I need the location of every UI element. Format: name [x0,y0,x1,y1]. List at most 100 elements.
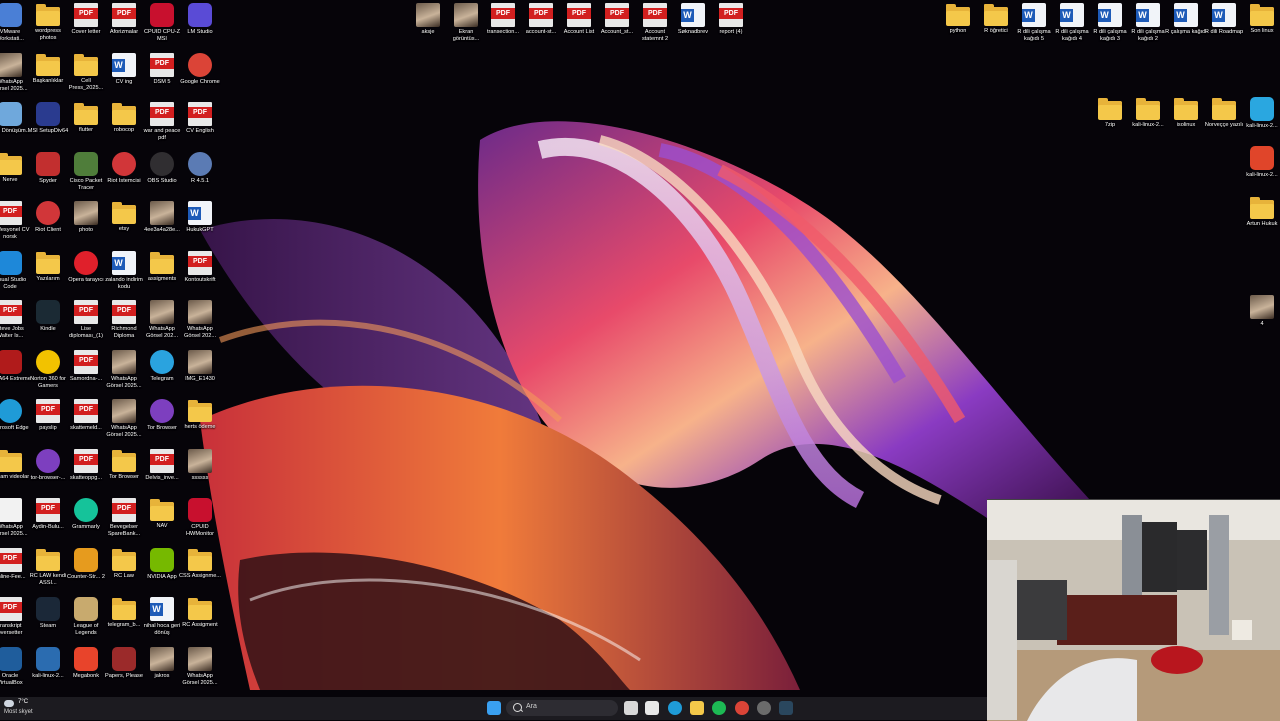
desktop-icon[interactable]: Delvis_inve... [143,448,181,499]
desktop-icon[interactable]: Norton 360 for Gamers [29,349,67,400]
desktop-icon[interactable]: herts ödeme [181,399,219,449]
microsoft-store-icon[interactable] [645,701,659,715]
desktop-icon[interactable]: Spyder [29,151,67,202]
desktop-icon[interactable]: kali-linux-2... [1129,97,1167,147]
desktop-icon[interactable]: python [939,3,977,53]
desktop-icon[interactable]: Bevegelser SpareBank... [105,498,143,548]
desktop-icon[interactable]: babam videolar [0,449,29,499]
desktop-icon[interactable]: CPUID HWMonitor [181,498,219,548]
desktop-icon[interactable]: Artun Hukuk [1243,196,1280,246]
desktop-icon[interactable]: Cisco Packet Tracer [67,151,105,202]
desktop-icon[interactable]: Account_st... [598,3,636,53]
spotify-icon[interactable] [712,701,726,715]
desktop-icon[interactable]: MSI SetupDiv64 [28,102,68,152]
desktop-icon[interactable]: Profesyonel CV norsk [0,201,29,251]
desktop-icon[interactable]: Ekran görüntüs... [447,3,485,53]
desktop-icon[interactable]: WhatsApp Görsel 2025... [105,349,143,400]
desktop-icon[interactable]: Riot Client [29,201,67,251]
desktop-icon[interactable]: Account statemnt 2 [636,3,674,53]
desktop-icon[interactable]: WhatsApp Görsel 2025... [0,498,29,548]
edge-icon[interactable] [668,701,682,715]
desktop-icon[interactable]: R dili çalışma kağıdı 3 [1091,3,1129,53]
desktop-icon[interactable]: Başkanlıklar [29,53,67,103]
desktop-icon[interactable]: R dili çalışma kağıdı 2 [1129,3,1167,53]
desktop-icon[interactable]: IMG_E1430 [181,349,219,400]
obs-icon[interactable] [757,701,771,715]
desktop-icon[interactable]: CV ing [105,52,143,103]
desktop-icon[interactable]: flutter [67,102,105,152]
desktop-icon[interactable]: OBS Studio [143,151,181,202]
desktop-icon[interactable]: Nerve [0,152,29,202]
desktop-icon[interactable]: Richmond Diploma [105,300,143,350]
desktop-icon[interactable]: Microsoft Edge [0,399,29,449]
chrome-icon[interactable] [735,701,749,715]
desktop-icon[interactable]: 4ee3a4a28e... [143,201,181,251]
desktop-icon[interactable]: Visual Studio Code [0,250,29,301]
desktop-icon[interactable]: NAV [143,498,181,548]
desktop-icon[interactable]: Norveççe yazılı [1205,97,1243,147]
desktop-icon[interactable]: AIDA64 Extreme [0,349,31,400]
desktop-icon[interactable]: NVIDIA App [143,547,181,598]
desktop-icon[interactable]: assigments [143,251,181,301]
desktop-icon[interactable]: Google Chrome [180,52,220,103]
desktop-icon[interactable]: kali-linux-2... [1243,146,1280,196]
desktop-icon[interactable]: WhatsApp Görsel 2025... [181,646,219,697]
file-explorer-icon[interactable] [690,701,704,715]
desktop-icon[interactable]: wordpress photos [29,3,67,53]
desktop-icon[interactable]: kali-linux-2... [29,646,67,697]
desktop-icon[interactable]: nihal hoca geri dönüş [143,597,181,647]
desktop-icon[interactable]: Kontoutskrift [181,250,219,301]
desktop-icon[interactable]: Tor Browser [105,449,143,499]
desktop-icon[interactable]: Papers, Please [105,646,143,697]
desktop-icon[interactable]: Steam [29,597,67,647]
desktop-icon[interactable]: Cover letter [67,3,105,53]
desktop-icon[interactable]: report (4) [712,3,750,53]
desktop-icon[interactable]: RC LAW kendi ASSI... [29,548,67,598]
desktop-icon[interactable]: Geri Dönüşüm... [0,102,30,152]
desktop-icon[interactable]: skatteoppg... [67,448,105,499]
desktop-icon[interactable]: online-Fee... [0,547,29,598]
desktop-icon[interactable]: transkript oversetter [0,597,29,647]
desktop-icon[interactable]: transection... [484,3,522,53]
desktop-icon[interactable]: R dili çalışma kağıdı 4 [1053,3,1091,53]
desktop-icon[interactable]: skattemeld... [67,399,105,449]
desktop-icon[interactable]: ssssss [181,448,219,499]
desktop-icon[interactable]: R çalışma kağıdı [1165,3,1207,53]
desktop-icon[interactable]: account-st... [522,3,560,53]
desktop-icon[interactable]: jakros [143,646,181,697]
desktop-icon[interactable]: photo [67,201,105,251]
desktop-icon[interactable]: Aforizmalar [105,3,143,53]
desktop-icon[interactable]: VMware Workstati... [0,3,29,53]
desktop-icon[interactable]: Megabonk [67,646,105,697]
desktop-icon[interactable]: WhatsApp Görsel 202... [181,300,219,350]
desktop-icon[interactable]: Aydin-Bulu... [29,498,67,548]
desktop-icon[interactable]: Lise diploması_(1) [67,300,105,350]
desktop-icon[interactable]: WhatsApp Görsel 202... [143,300,181,350]
desktop-icon[interactable]: Riot İstemcisi [105,151,143,202]
desktop-icon[interactable]: 7zip [1091,97,1129,147]
desktop-icon[interactable]: Opera tarayıcı [67,250,105,301]
desktop-icon[interactable]: robocop [105,102,143,152]
desktop-icon[interactable]: payslip [29,399,67,449]
desktop-icon[interactable]: Søknadbrev [674,3,712,53]
desktop-icon[interactable]: Counter-Str... 2 [67,547,105,598]
desktop-icon[interactable]: RC Assigment [181,597,219,647]
desktop-icon[interactable]: R 4.5.1 [181,151,219,202]
desktop-icon[interactable]: R dili çalışma kağıdı 5 [1015,3,1053,53]
desktop-icon[interactable]: Account List [560,3,598,53]
desktop-icon[interactable]: CV English [181,102,219,152]
desktop-icon[interactable]: Steve Jobs Walter Is... [0,300,29,350]
desktop-icon[interactable]: R öğretici [977,3,1015,53]
desktop-icon[interactable]: WhatsApp Görsel 2025... [105,399,143,449]
desktop-icon[interactable]: RC Law [105,548,143,598]
desktop-icon[interactable]: Samordna-... [67,349,105,400]
desktop-icon[interactable]: isolinux [1167,97,1205,147]
desktop-icon[interactable]: Tor Browser [143,399,181,449]
desktop-icon[interactable]: Grammarly [67,498,105,548]
desktop-icon[interactable]: etsy [105,201,143,251]
desktop-icon[interactable]: CSS Assignme... [179,548,221,598]
task-view-icon[interactable] [624,701,638,715]
desktop-icon[interactable]: Cell Press_2025... [67,53,105,103]
desktop-icon[interactable]: WhatsApp Görsel 2025... [0,52,29,103]
steam-icon[interactable] [779,701,793,715]
